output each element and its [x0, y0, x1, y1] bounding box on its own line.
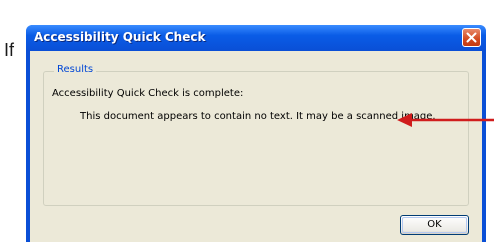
dialog-body: Results Accessibility Quick Check is com… — [30, 51, 482, 242]
red-arrow-icon — [397, 113, 494, 127]
background-text: If — [4, 40, 15, 60]
results-group-label: Results — [54, 64, 97, 75]
ok-button[interactable]: OK — [400, 215, 469, 235]
screenshot: If Accessibility Quick Check Results Acc… — [0, 0, 494, 242]
title-bar[interactable]: Accessibility Quick Check — [26, 25, 486, 51]
dialog-title: Accessibility Quick Check — [34, 30, 206, 44]
close-button[interactable] — [462, 28, 481, 47]
result-message: This document appears to contain no text… — [80, 111, 436, 122]
results-groupbox: Results Accessibility Quick Check is com… — [43, 64, 469, 206]
dialog-window: Accessibility Quick Check Results Access… — [26, 25, 486, 242]
close-icon — [466, 32, 477, 43]
status-text: Accessibility Quick Check is complete: — [52, 88, 244, 99]
